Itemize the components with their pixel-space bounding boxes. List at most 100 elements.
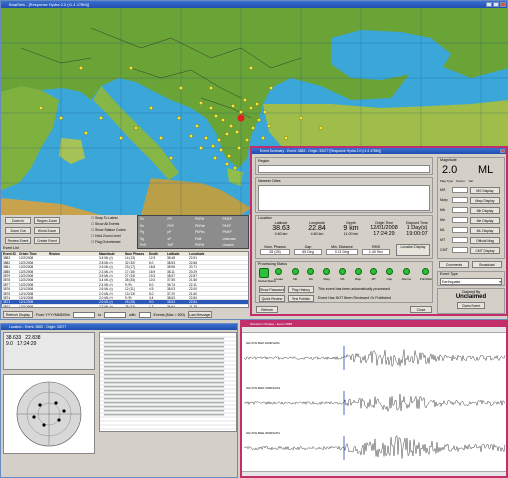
station-marker[interactable]	[179, 86, 183, 90]
station-marker[interactable]	[239, 110, 243, 114]
phase-row[interactable]	[103, 349, 225, 352]
station-marker[interactable]	[229, 124, 233, 128]
station-marker[interactable]	[235, 130, 239, 134]
review-event-button[interactable]: Review Event	[5, 237, 31, 244]
phase-row[interactable]	[103, 345, 225, 348]
zoom-out-button[interactable]: Zoom Out	[5, 227, 31, 234]
station-marker[interactable]	[261, 136, 265, 140]
station-marker[interactable]	[39, 106, 43, 110]
station-marker[interactable]	[159, 136, 163, 140]
phase-row[interactable]	[103, 377, 225, 380]
phase-row[interactable]	[103, 385, 225, 388]
station-marker[interactable]	[204, 136, 208, 140]
waveform-trace[interactable]	[244, 393, 506, 413]
comments-button[interactable]: Comments	[439, 261, 469, 268]
region-zoom-button[interactable]: Region Zoom	[34, 217, 60, 224]
station-marker[interactable]	[255, 102, 259, 106]
station-marker[interactable]	[299, 116, 303, 120]
station-marker[interactable]	[245, 138, 249, 142]
station-marker[interactable]	[251, 126, 255, 130]
phase-row[interactable]	[103, 373, 225, 376]
create-event-button[interactable]: Create Event	[34, 237, 60, 244]
to-input[interactable]	[104, 311, 127, 318]
mag-display-button[interactable]: Mb Display	[470, 206, 500, 214]
mag-display-button[interactable]: ML Display	[470, 226, 500, 234]
close-button[interactable]: Close	[410, 306, 432, 313]
waveform-trace[interactable]	[244, 349, 506, 368]
station-marker[interactable]	[237, 146, 241, 150]
station-marker[interactable]	[227, 154, 231, 158]
station-marker[interactable]	[225, 162, 229, 166]
phase-row[interactable]	[103, 357, 225, 360]
station-marker[interactable]	[269, 86, 273, 90]
waveform-traces[interactable]: GR.ATH.BHZ 2008/12/01 GR.ATH.BHN 2008/12/…	[244, 336, 506, 474]
table-row[interactable]: 3872 12/1/2008 2.3 ML (r) 25 (22) 1.3 36.64 21…	[2, 305, 248, 307]
phase-row[interactable]	[103, 381, 225, 384]
minimize-icon[interactable]	[486, 2, 492, 7]
phase-row[interactable]	[103, 397, 225, 400]
station-marker[interactable]	[169, 156, 173, 160]
station-marker[interactable]	[257, 118, 261, 122]
station-marker[interactable]	[129, 66, 133, 70]
event-list-table[interactable]: Event ID Origin Time Region Magnitude Num Ph…	[1, 251, 249, 308]
phase-row[interactable]	[103, 413, 225, 416]
station-marker[interactable]	[199, 101, 203, 105]
station-marker[interactable]	[249, 106, 253, 110]
station-marker[interactable]	[231, 104, 235, 108]
station-marker[interactable]	[79, 66, 83, 70]
mag-display-button[interactable]: MS Display	[470, 186, 500, 194]
play-history-button[interactable]: Play History	[288, 286, 314, 293]
station-marker[interactable]	[221, 118, 225, 122]
phase-table[interactable]	[99, 332, 237, 432]
mag-display-button[interactable]: Mwp Display	[470, 196, 500, 204]
station-marker[interactable]	[243, 98, 247, 102]
station-marker[interactable]	[149, 106, 153, 110]
from-input[interactable]	[73, 311, 96, 318]
phase-row[interactable]	[103, 393, 225, 396]
selected-event-marker[interactable]	[237, 114, 245, 122]
station-marker[interactable]	[217, 138, 221, 142]
phase-row[interactable]	[103, 361, 225, 364]
mag-display-button[interactable]: Official Mag	[470, 236, 500, 244]
mag-display-button[interactable]: CMT Display	[470, 246, 500, 254]
station-marker[interactable]	[209, 86, 213, 90]
phase-row[interactable]	[103, 405, 225, 408]
broadcast-button[interactable]: Broadcast	[472, 261, 502, 268]
station-marker[interactable]	[249, 66, 253, 70]
station-marker[interactable]	[225, 132, 229, 136]
max-events-input[interactable]	[138, 311, 151, 318]
quick-review-button[interactable]: Quick Review	[259, 295, 285, 302]
station-marker[interactable]	[233, 166, 237, 170]
world-zoom-button[interactable]: World Zoom	[34, 227, 60, 234]
station-marker[interactable]	[219, 148, 223, 152]
dialog-close-icon[interactable]	[500, 149, 505, 153]
zoom-in-button[interactable]: Zoom In	[5, 217, 31, 224]
last-message-button[interactable]: Last Message	[187, 311, 212, 318]
phase-row[interactable]	[103, 409, 225, 412]
phase-row[interactable]	[103, 401, 225, 404]
station-marker[interactable]	[284, 136, 288, 140]
station-marker[interactable]	[211, 144, 215, 148]
phase-row[interactable]	[103, 389, 225, 392]
refresh-button[interactable]: Refresh	[256, 306, 278, 313]
event-type-select[interactable]: Earthquake ▾	[440, 278, 502, 285]
station-marker[interactable]	[99, 116, 103, 120]
close-icon[interactable]	[500, 2, 506, 7]
test-publish-button[interactable]: Test Publish	[288, 295, 314, 302]
location-display-button[interactable]: Location Display	[396, 244, 430, 256]
claim-event-button[interactable]: Claim Event	[457, 302, 485, 309]
flag-overviewed-checkbox[interactable]: ☐ Flag Overviewed	[91, 239, 135, 245]
station-marker[interactable]	[119, 136, 123, 140]
phase-row[interactable]	[103, 353, 225, 356]
station-marker[interactable]	[177, 116, 181, 120]
phase-row[interactable]	[103, 369, 225, 372]
station-marker[interactable]	[209, 106, 213, 110]
phase-row[interactable]	[103, 365, 225, 368]
station-marker[interactable]	[199, 146, 203, 150]
station-marker[interactable]	[267, 124, 271, 128]
station-marker[interactable]	[319, 126, 323, 130]
station-marker[interactable]	[59, 116, 63, 120]
station-marker[interactable]	[195, 124, 199, 128]
station-marker[interactable]	[213, 156, 217, 160]
phase-row[interactable]	[103, 341, 225, 344]
